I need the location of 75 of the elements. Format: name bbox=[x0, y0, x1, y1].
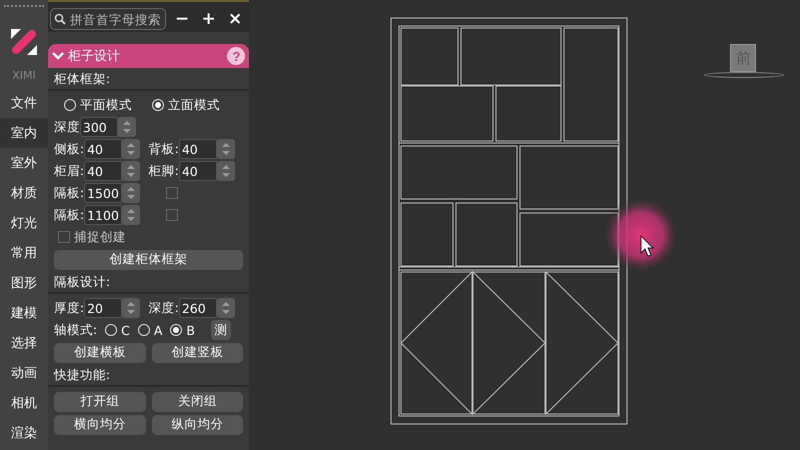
brand-label: XIMI bbox=[11, 69, 37, 82]
collapse-button[interactable]: − bbox=[172, 9, 192, 29]
sidebar-item[interactable]: 室外 bbox=[0, 148, 48, 178]
checkbox-label[interactable]: 捕捉创建 bbox=[74, 228, 126, 246]
checkbox[interactable] bbox=[58, 231, 70, 243]
field-label: 柜眉: bbox=[54, 162, 84, 180]
sidebar-item[interactable]: 常用 bbox=[0, 238, 48, 268]
close-button[interactable]: × bbox=[224, 9, 246, 29]
logo-icon bbox=[10, 29, 37, 55]
spinner-icon[interactable] bbox=[122, 183, 140, 203]
field-label: 深度 bbox=[54, 118, 80, 136]
field-label: 轴模式: bbox=[54, 322, 98, 338]
field-label: 厚度: bbox=[54, 300, 84, 316]
section-label: 隔板设计: bbox=[54, 274, 110, 290]
action-button[interactable]: 关闭组 bbox=[152, 392, 244, 412]
sidebar-item[interactable]: 图形 bbox=[0, 268, 48, 298]
cursor-icon bbox=[640, 235, 654, 256]
radio-label[interactable]: C bbox=[121, 322, 130, 338]
number-field[interactable]: 20 bbox=[84, 298, 122, 318]
action-button[interactable]: 打开组 bbox=[54, 392, 146, 412]
field-label: 柜脚: bbox=[148, 162, 179, 180]
search-icon bbox=[54, 13, 66, 25]
action-button[interactable]: 创建横板 bbox=[54, 342, 146, 362]
action-button[interactable]: 创建柜体框架 bbox=[54, 250, 244, 270]
sidebar-item[interactable]: 动画 bbox=[0, 358, 48, 388]
spinner-icon[interactable] bbox=[216, 139, 235, 159]
field-label: 隔板: bbox=[54, 184, 84, 202]
radio-button[interactable] bbox=[152, 99, 164, 111]
checkbox[interactable] bbox=[166, 187, 178, 199]
action-button[interactable]: 横向均分 bbox=[54, 414, 146, 434]
sidebar-item[interactable]: 建模 bbox=[0, 298, 48, 328]
radio-button[interactable] bbox=[138, 324, 150, 336]
radio-label[interactable]: B bbox=[186, 322, 195, 338]
field-label: 侧板: bbox=[54, 140, 84, 158]
radio-button[interactable] bbox=[105, 324, 118, 336]
radio-button[interactable] bbox=[64, 99, 76, 111]
radio-button[interactable] bbox=[170, 324, 182, 336]
field-label: 深度: bbox=[148, 300, 179, 316]
spinner-icon[interactable] bbox=[122, 205, 140, 225]
spinner-icon[interactable] bbox=[118, 117, 136, 137]
section-label: 柜体框架: bbox=[54, 70, 110, 88]
spinner-icon[interactable] bbox=[216, 161, 235, 181]
number-field[interactable]: 300 bbox=[80, 117, 118, 137]
expand-button[interactable]: + bbox=[198, 9, 219, 29]
radio-label[interactable]: A bbox=[154, 322, 162, 338]
number-field[interactable]: 40 bbox=[84, 161, 122, 181]
section-title: 柜子设计 bbox=[68, 48, 121, 65]
number-field[interactable]: 40 bbox=[178, 161, 217, 181]
number-field[interactable]: 1500 bbox=[84, 183, 122, 203]
section-label: 快捷功能: bbox=[54, 366, 110, 384]
action-button[interactable]: 创建竖板 bbox=[152, 342, 244, 362]
checkbox[interactable] bbox=[166, 209, 178, 221]
sidebar-item[interactable]: 材质 bbox=[0, 178, 48, 208]
radio-label[interactable]: 平面模式 bbox=[80, 96, 132, 114]
spinner-icon[interactable] bbox=[122, 161, 140, 181]
sidebar-item[interactable]: 文件 bbox=[0, 88, 48, 118]
radio-label[interactable]: 立面模式 bbox=[168, 96, 220, 114]
sidebar-item[interactable]: 室内 bbox=[0, 118, 48, 148]
sidebar-item[interactable]: 选择 bbox=[0, 328, 48, 358]
measure-button[interactable]: 测 bbox=[210, 320, 231, 340]
field-label: 背板: bbox=[148, 140, 179, 158]
sidebar-item[interactable]: 相机 bbox=[0, 388, 48, 418]
action-button[interactable]: 纵向均分 bbox=[152, 414, 244, 434]
number-field[interactable]: 40 bbox=[178, 139, 217, 159]
number-field[interactable]: 40 bbox=[84, 139, 122, 159]
sidebar-item[interactable]: 灯光 bbox=[0, 208, 48, 238]
sidebar-item[interactable]: 渲染 bbox=[0, 418, 48, 448]
number-field[interactable]: 1100 bbox=[84, 205, 122, 225]
search-field[interactable]: 拼音首字母搜索 bbox=[50, 8, 166, 30]
spinner-icon[interactable] bbox=[216, 298, 235, 318]
spinner-icon[interactable] bbox=[122, 298, 140, 318]
number-field[interactable]: 260 bbox=[178, 298, 217, 318]
section-header[interactable]: 柜子设计 ? bbox=[48, 44, 250, 68]
spinner-icon[interactable] bbox=[122, 139, 140, 159]
field-label: 隔板: bbox=[54, 206, 84, 224]
